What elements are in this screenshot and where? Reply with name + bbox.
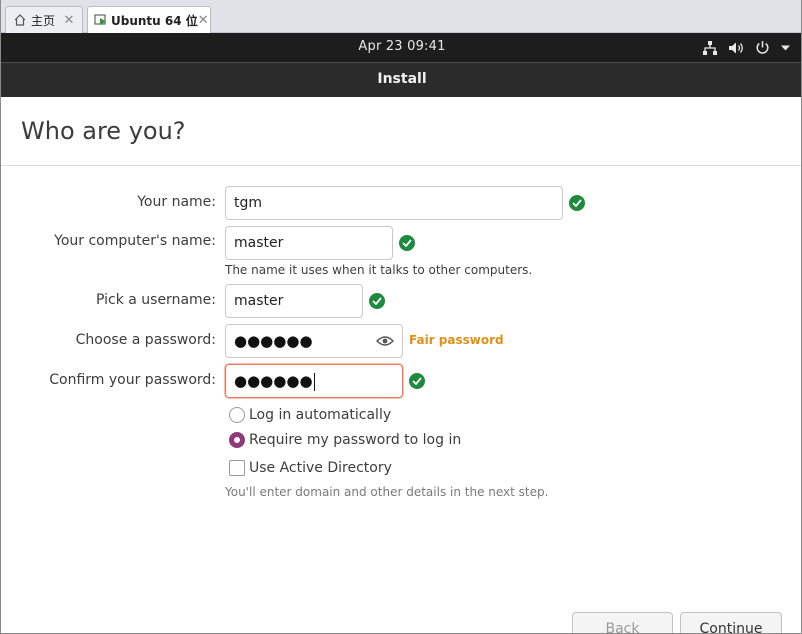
system-tray[interactable] bbox=[702, 38, 791, 57]
confirm-password-dots: ●●●●●● bbox=[234, 372, 313, 390]
back-button[interactable]: Back bbox=[572, 612, 673, 633]
vm-tab-bar: 主页 ✕ Ubuntu 64 位 ✕ bbox=[1, 0, 801, 33]
tab-home-close-icon[interactable]: ✕ bbox=[62, 13, 76, 28]
installer-header: Install bbox=[1, 62, 801, 97]
tab-ubuntu-vm[interactable]: Ubuntu 64 位 ✕ bbox=[87, 6, 211, 33]
home-icon bbox=[12, 12, 28, 28]
page-title: Who are you? bbox=[21, 117, 186, 145]
log-in-automatically-radio[interactable] bbox=[229, 407, 245, 423]
require-password-label: Require my password to log in bbox=[249, 432, 462, 448]
window-title: Install bbox=[377, 71, 427, 87]
your-name-label: Your name: bbox=[137, 194, 216, 210]
active-directory-hint: You'll enter domain and other details in… bbox=[225, 485, 549, 499]
tab-home[interactable]: 主页 ✕ bbox=[5, 6, 83, 33]
password-dots: ●●●●●● bbox=[234, 332, 313, 350]
require-password-radio[interactable] bbox=[229, 432, 245, 448]
username-input[interactable]: master bbox=[225, 284, 363, 318]
power-icon[interactable] bbox=[755, 40, 770, 55]
computer-name-input[interactable]: master bbox=[225, 226, 393, 260]
network-icon[interactable] bbox=[702, 40, 718, 55]
confirm-password-label: Confirm your password: bbox=[49, 372, 216, 388]
computer-name-hint: The name it uses when it talks to other … bbox=[225, 263, 533, 277]
tab-ubuntu-vm-label: Ubuntu 64 位 bbox=[111, 13, 198, 28]
username-valid-icon bbox=[369, 293, 385, 309]
active-directory-label: Use Active Directory bbox=[249, 460, 392, 476]
show-password-eye-icon[interactable] bbox=[376, 333, 394, 349]
confirm-password-valid-icon bbox=[409, 373, 425, 389]
require-password-option[interactable]: Require my password to log in bbox=[229, 430, 461, 450]
continue-button[interactable]: Continue bbox=[680, 612, 782, 633]
active-directory-checkbox[interactable] bbox=[229, 460, 245, 476]
vm-window: 主页 ✕ Ubuntu 64 位 ✕ Apr 23 09:41 Install … bbox=[0, 0, 802, 634]
log-in-automatically-label: Log in automatically bbox=[249, 407, 392, 423]
vm-icon bbox=[94, 12, 108, 28]
computer-name-valid-icon bbox=[399, 235, 415, 251]
active-directory-option[interactable]: Use Active Directory bbox=[229, 458, 392, 478]
username-label: Pick a username: bbox=[95, 292, 216, 308]
log-in-automatically-option[interactable]: Log in automatically bbox=[229, 405, 391, 425]
text-caret bbox=[313, 373, 315, 391]
password-label: Choose a password: bbox=[75, 332, 216, 348]
password-strength-label: Fair password bbox=[409, 333, 504, 347]
volume-icon[interactable] bbox=[728, 41, 745, 55]
heading-divider bbox=[1, 165, 801, 166]
confirm-password-input[interactable]: ●●●●●● bbox=[225, 364, 403, 398]
chevron-down-icon[interactable] bbox=[780, 44, 791, 52]
gnome-top-bar: Apr 23 09:41 bbox=[1, 33, 801, 62]
tab-ubuntu-vm-close-icon[interactable]: ✕ bbox=[198, 13, 209, 28]
tab-home-label: 主页 bbox=[31, 13, 56, 28]
your-name-input[interactable]: tgm bbox=[225, 186, 563, 220]
your-name-valid-icon bbox=[569, 195, 585, 211]
computer-name-label: Your computer's name: bbox=[54, 233, 216, 249]
clock[interactable]: Apr 23 09:41 bbox=[1, 39, 801, 54]
